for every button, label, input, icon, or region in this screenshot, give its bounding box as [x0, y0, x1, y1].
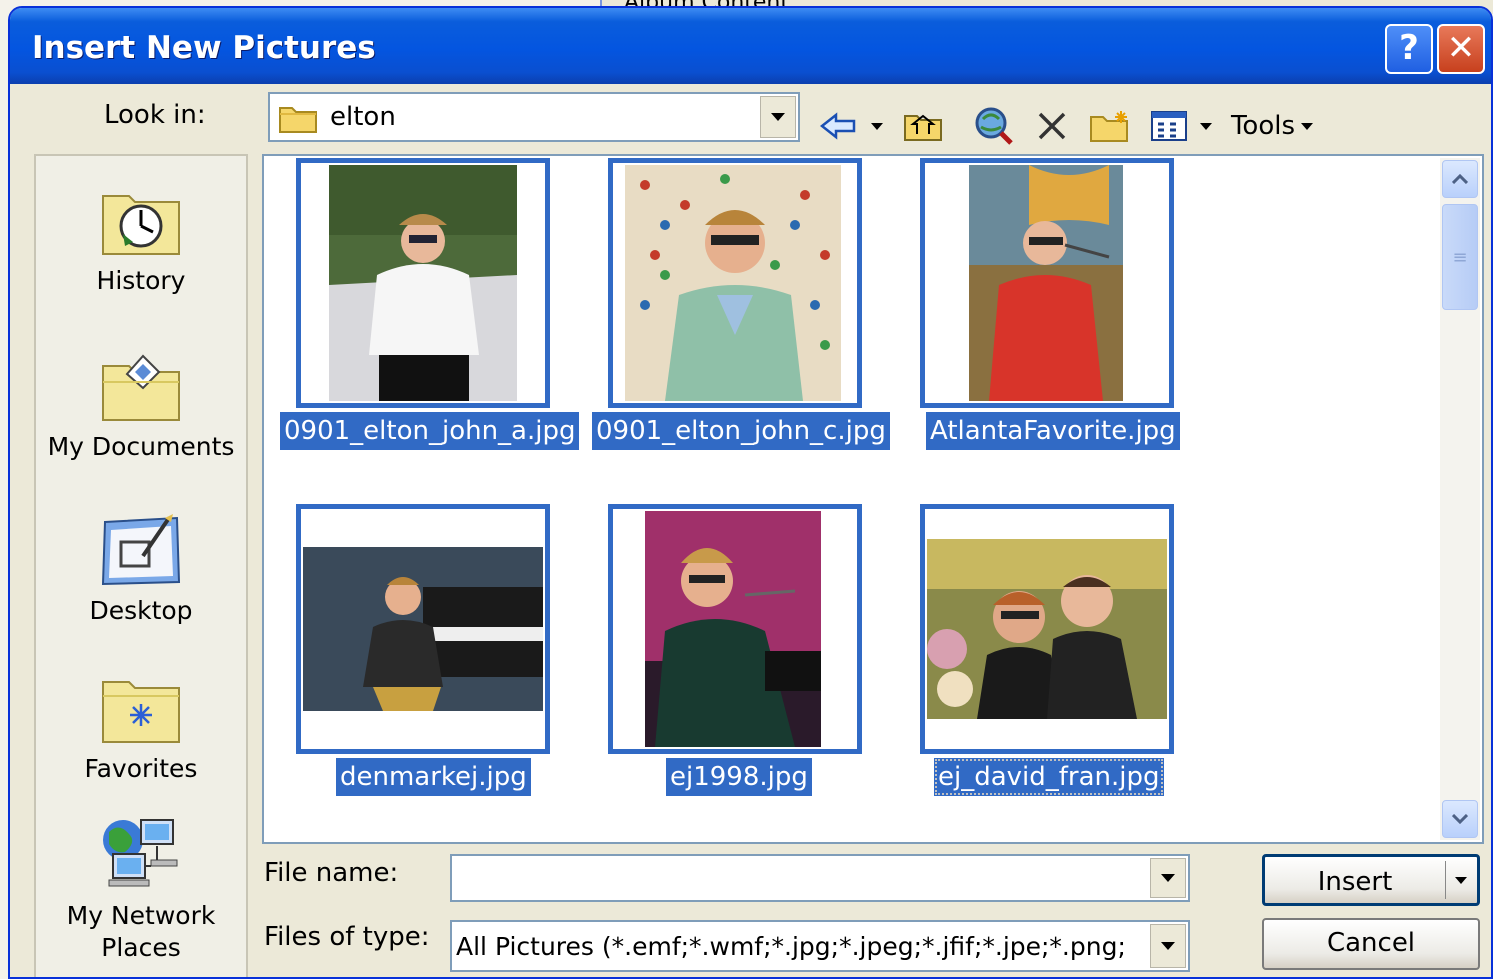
file-name-input[interactable]: [450, 854, 1190, 902]
place-label: My Network Places: [66, 901, 216, 962]
files-of-type-dropdown[interactable]: All Pictures (*.emf;*.wmf;*.jpg;*.jpeg;*…: [450, 920, 1190, 972]
file-thumbnail[interactable]: [608, 504, 862, 754]
places-bar: History My Documents Desktop Favorites M…: [34, 154, 248, 977]
file-thumbnail[interactable]: [296, 158, 550, 408]
scroll-up-button[interactable]: [1442, 160, 1478, 198]
photo-thumbnail: [645, 511, 821, 747]
place-history[interactable]: History: [36, 186, 246, 295]
favorites-icon: [102, 681, 180, 743]
look-in-dropdown[interactable]: elton: [268, 92, 800, 142]
tools-menu[interactable]: Tools: [1224, 104, 1320, 148]
file-list[interactable]: 0901_elton_john_a.jpg 0901_elton_john_c.…: [262, 154, 1484, 844]
chevron-down-icon: [871, 122, 883, 130]
title-bar[interactable]: Insert New Pictures ? ✕: [10, 8, 1491, 84]
look-in-label: Look in:: [104, 100, 206, 130]
file-name-dropdown-arrow[interactable]: [1150, 858, 1186, 898]
views-button[interactable]: [1146, 104, 1192, 148]
back-arrow-icon: [820, 112, 856, 140]
up-folder-icon: [904, 114, 942, 141]
chevron-down-icon: [1301, 122, 1314, 130]
file-name-label[interactable]: denmarkej.jpg: [336, 758, 531, 796]
insert-split-divider: [1445, 861, 1446, 899]
insert-label: Insert: [1317, 867, 1393, 897]
file-thumbnail[interactable]: [920, 504, 1174, 754]
look-in-value: elton: [330, 102, 396, 132]
chevron-up-icon: [1452, 174, 1468, 184]
views-grid-icon: [1151, 111, 1187, 141]
chevron-down-icon: [1200, 122, 1212, 130]
help-button[interactable]: ?: [1385, 24, 1433, 74]
back-button[interactable]: [816, 104, 860, 148]
photo-thumbnail: [927, 539, 1167, 719]
place-favorites[interactable]: Favorites: [36, 674, 246, 783]
chevron-down-icon: [1161, 942, 1175, 950]
chevron-down-icon: [1452, 814, 1468, 824]
files-of-type-value: All Pictures (*.emf;*.wmf;*.jpg;*.jpeg;*…: [456, 932, 1126, 961]
scroll-thumb[interactable]: ≡: [1442, 204, 1478, 310]
place-label: Favorites: [84, 754, 198, 783]
file-name-label-text: File name:: [264, 858, 399, 888]
photo-thumbnail: [625, 165, 841, 401]
file-name-label[interactable]: ej1998.jpg: [666, 758, 812, 796]
network-places-icon: [103, 819, 178, 887]
chevron-down-icon: [771, 113, 785, 121]
delete-x-icon: [1038, 112, 1066, 140]
close-button[interactable]: ✕: [1437, 24, 1485, 74]
desktop-icon: [101, 514, 181, 586]
back-dropdown[interactable]: [866, 104, 888, 148]
insert-button[interactable]: Insert: [1262, 854, 1480, 906]
history-icon: [102, 195, 180, 255]
file-name-label[interactable]: AtlantaFavorite.jpg: [926, 412, 1180, 450]
place-my-documents[interactable]: My Documents: [36, 352, 246, 461]
window-title: Insert New Pictures: [32, 30, 376, 66]
photo-thumbnail: [969, 165, 1123, 401]
file-thumbnail[interactable]: [296, 504, 550, 754]
file-name-label[interactable]: 0901_elton_john_c.jpg: [592, 412, 890, 450]
chevron-down-icon[interactable]: [1455, 877, 1467, 884]
scroll-down-button[interactable]: [1442, 800, 1478, 838]
tools-label: Tools: [1230, 111, 1296, 141]
delete-button[interactable]: [1030, 104, 1074, 148]
folder-icon: [279, 107, 317, 133]
place-label: History: [96, 266, 186, 295]
place-my-network-places[interactable]: My Network Places: [36, 812, 246, 964]
file-name-label[interactable]: 0901_elton_john_a.jpg: [280, 412, 580, 450]
views-dropdown[interactable]: [1196, 104, 1216, 148]
up-folder-button[interactable]: [900, 104, 946, 148]
search-web-button[interactable]: [970, 104, 1018, 148]
new-folder-icon: [1090, 111, 1128, 142]
files-of-type-label: Files of type:: [264, 922, 430, 952]
insert-pictures-dialog: Insert New Pictures ? ✕ Look in: elton T…: [8, 6, 1493, 979]
vertical-scrollbar[interactable]: ≡: [1440, 158, 1480, 840]
place-label: Desktop: [89, 596, 193, 625]
chevron-down-icon: [1161, 874, 1175, 882]
files-of-type-dropdown-arrow[interactable]: [1150, 924, 1186, 968]
cancel-button[interactable]: Cancel: [1262, 918, 1480, 970]
file-thumbnail[interactable]: [608, 158, 862, 408]
photo-thumbnail: [329, 165, 517, 401]
place-desktop[interactable]: Desktop: [36, 512, 246, 625]
new-folder-button[interactable]: [1086, 104, 1134, 148]
my-documents-icon: [102, 354, 180, 421]
file-name-label[interactable]: ej_david_fran.jpg: [934, 758, 1164, 796]
photo-thumbnail: [303, 547, 543, 711]
file-thumbnail[interactable]: [920, 158, 1174, 408]
search-web-icon: [975, 107, 1013, 145]
place-label: My Documents: [47, 432, 235, 461]
look-in-dropdown-arrow[interactable]: [760, 96, 796, 138]
